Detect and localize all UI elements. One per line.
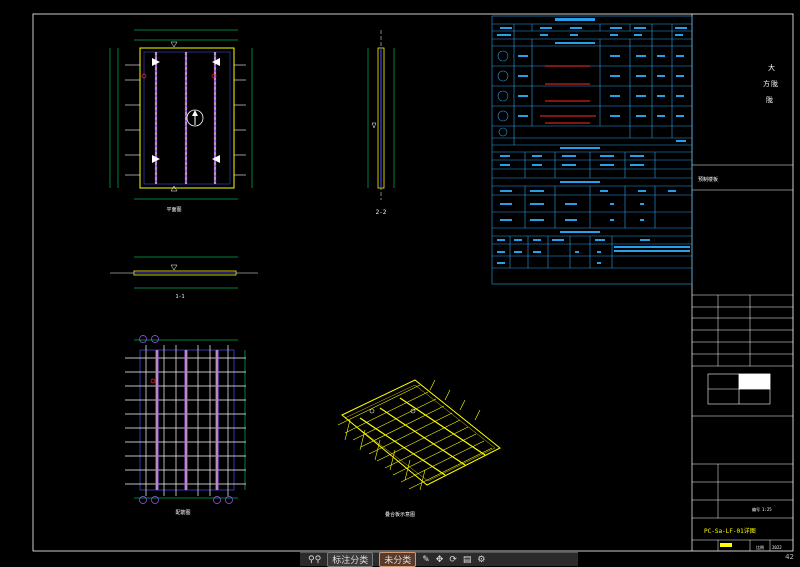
title-block-grid [692,164,793,551]
title-right-upper-2: 方 [763,79,770,88]
isometric-view: 叠合板示意图 [337,379,501,518]
title-right-upper-1: 大 [768,63,775,72]
table-row-markers [497,50,509,137]
plan-view: 平面图 [109,29,253,213]
title-block-symbol [707,373,771,405]
section-1-1: 1-1 [110,256,258,300]
cad-drawing: 平面图 2-2 1-1 配筋图 叠合板示意图 大 方 陇 陇 预制楼板 PC-S… [32,13,794,552]
section-2-2-label: 2-2 [376,209,387,216]
table-rebar-shapes [540,65,596,124]
rebar-plan-label: 配筋图 [175,509,190,516]
settings-icon[interactable]: ⚙ [477,555,485,565]
sheet-label: 编号 [752,506,760,512]
iso-view-label: 叠合板示意图 [385,511,415,518]
bottom-toolbar: ⚲⚲ 标注分类 未分类 ✎ ✥ ⟳ ▤ ⚙ [300,552,578,567]
edit-icon[interactable]: ✎ [422,555,430,565]
title-right-upper-3: 陇 [771,79,778,88]
rebar-plan: 配筋图 [125,335,246,516]
date-value: 2022 [772,545,782,550]
plan-view-label: 平面图 [166,207,181,213]
section-2-2: 2-2 [367,30,395,216]
zoom-icon[interactable]: ⚲⚲ [308,555,321,565]
drawing-name: PC-Sa-LF-01详图 [704,527,756,535]
table-text [497,18,690,264]
layers-icon[interactable]: ▤ [463,555,472,565]
section-1-1-label: 1-1 [175,294,184,300]
page-number: 42 [785,553,794,561]
rotate-icon[interactable]: ⟳ [449,555,457,565]
title-mid-label: 预制楼板 [698,176,718,183]
scale-value: 1:25 [762,507,772,512]
move-icon[interactable]: ✥ [436,555,444,565]
outer-frame [32,13,794,552]
scale-label: 比例 [756,544,764,550]
title-right-upper-4: 陇 [766,95,773,104]
title-block-highlight [720,543,732,547]
